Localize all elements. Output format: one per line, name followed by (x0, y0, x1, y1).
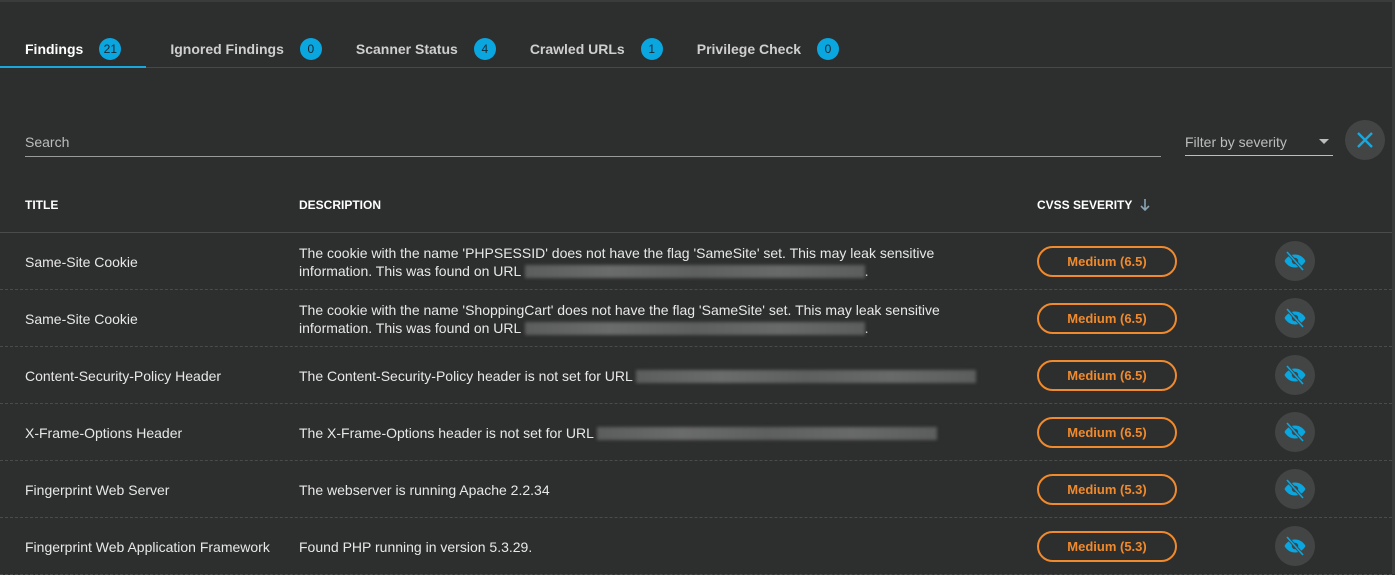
table-row[interactable]: Fingerprint Web Server The webserver is … (0, 461, 1392, 518)
ignore-finding-button[interactable] (1275, 298, 1315, 338)
eye-off-icon (1284, 307, 1306, 329)
severity-badge: Medium (6.5) (1037, 246, 1177, 277)
finding-description: The webserver is running Apache 2.2.34 (299, 461, 999, 518)
top-divider (0, 0, 1395, 2)
finding-title: Fingerprint Web Application Framework (25, 538, 270, 555)
sort-descending-icon (1140, 199, 1150, 212)
column-severity-label: CVSS SEVERITY (1037, 198, 1133, 212)
finding-title: Same-Site Cookie (25, 310, 138, 327)
severity-badge: Medium (5.3) (1037, 474, 1177, 505)
tab-count-badge: 4 (473, 37, 496, 60)
eye-off-icon (1284, 421, 1306, 443)
description-suffix: . (864, 262, 869, 279)
tab-label: Ignored Findings (170, 40, 284, 57)
finding-title: Fingerprint Web Server (25, 481, 170, 498)
redacted-url (524, 265, 865, 279)
severity-filter-label: Filter by severity (1185, 133, 1287, 150)
tab-count-badge: 1 (640, 37, 663, 60)
finding-description: The X-Frame-Options header is not set fo… (299, 404, 999, 461)
severity-badge: Medium (5.3) (1037, 531, 1177, 562)
redacted-url (524, 322, 865, 336)
description-text: The Content-Security-Policy header is no… (299, 367, 633, 384)
finding-description: The cookie with the name 'ShoppingCart' … (299, 290, 999, 347)
description-text: The X-Frame-Options header is not set fo… (299, 424, 594, 441)
caret-down-icon (1319, 139, 1329, 144)
redacted-url (597, 427, 938, 441)
table-row[interactable]: Same-Site Cookie The cookie with the nam… (0, 233, 1392, 290)
severity-badge: Medium (6.5) (1037, 360, 1177, 391)
finding-description: Found PHP running in version 5.3.29. (299, 518, 999, 575)
ignore-finding-button[interactable] (1275, 526, 1315, 566)
severity-filter-dropdown[interactable]: Filter by severity (1185, 128, 1333, 156)
tab-label: Privilege Check (696, 40, 802, 57)
column-header-title[interactable]: TITLE (25, 198, 58, 212)
ignore-finding-button[interactable] (1275, 241, 1315, 281)
tab-label: Findings (25, 40, 84, 57)
ignore-finding-button[interactable] (1275, 469, 1315, 509)
column-header-severity[interactable]: CVSS SEVERITY (1037, 198, 1152, 212)
table-row[interactable]: Content-Security-Policy Header The Conte… (0, 347, 1392, 404)
eye-off-icon (1284, 364, 1306, 386)
finding-title: Same-Site Cookie (25, 253, 138, 270)
redacted-url (636, 370, 977, 384)
description-suffix: . (864, 319, 869, 336)
eye-off-icon (1284, 478, 1306, 500)
clear-filters-button[interactable] (1345, 120, 1385, 160)
table-row[interactable]: X-Frame-Options Header The X-Frame-Optio… (0, 404, 1392, 461)
tab-count-badge: 0 (299, 37, 322, 60)
tab-count-badge: 0 (817, 37, 840, 60)
tab-label: Crawled URLs (529, 40, 625, 57)
finding-description: The Content-Security-Policy header is no… (299, 347, 999, 404)
tab-label: Scanner Status (355, 40, 458, 57)
description-text: Found PHP running in version 5.3.29. (299, 538, 533, 555)
tab-crawled-urls[interactable]: Crawled URLs 1 (506, 30, 673, 67)
tab-ignored-findings[interactable]: Ignored Findings 0 (146, 30, 332, 67)
eye-off-icon (1284, 535, 1306, 557)
finding-description: The cookie with the name 'PHPSESSID' doe… (299, 233, 999, 290)
column-description-label: DESCRIPTION (299, 198, 382, 212)
tab-scanner-status[interactable]: Scanner Status 4 (332, 30, 506, 67)
finding-title: Content-Security-Policy Header (25, 367, 222, 384)
table-row[interactable]: Same-Site Cookie The cookie with the nam… (0, 290, 1392, 347)
column-header-description[interactable]: DESCRIPTION (299, 198, 381, 212)
finding-title: X-Frame-Options Header (25, 424, 183, 441)
table-row[interactable]: Fingerprint Web Application Framework Fo… (0, 518, 1392, 575)
ignore-finding-button[interactable] (1275, 412, 1315, 452)
tab-privilege-check[interactable]: Privilege Check 0 (673, 30, 849, 67)
ignore-finding-button[interactable] (1275, 355, 1315, 395)
search-field[interactable] (25, 128, 1161, 157)
eye-off-icon (1284, 250, 1306, 272)
search-input[interactable] (25, 128, 1161, 156)
tab-findings[interactable]: Findings 21 (0, 30, 147, 68)
tab-count-badge: 21 (99, 37, 122, 60)
column-title-label: TITLE (25, 198, 59, 212)
close-icon (1357, 132, 1373, 148)
severity-badge: Medium (6.5) (1037, 417, 1177, 448)
tab-bar: Findings 21 Ignored Findings 0 Scanner Statu… (0, 30, 1392, 68)
severity-badge: Medium (6.5) (1037, 303, 1177, 334)
description-text: The webserver is running Apache 2.2.34 (299, 481, 550, 498)
